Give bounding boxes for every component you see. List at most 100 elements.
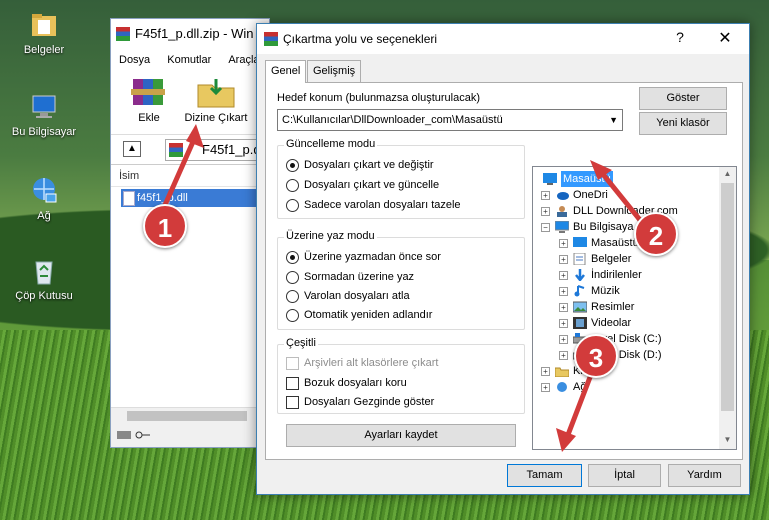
expand-icon[interactable]: + xyxy=(559,335,568,344)
scroll-up-icon[interactable]: ▲ xyxy=(719,169,736,178)
desktop-icon-label: Ağ xyxy=(37,210,51,222)
winrar-titlebar[interactable]: F45f1_p.dll.zip - Win xyxy=(111,19,269,49)
scroll-down-icon[interactable]: ▼ xyxy=(719,435,736,444)
chevron-down-icon[interactable]: ▼ xyxy=(609,110,618,130)
overwrite-mode-title: Üzerine yaz modu xyxy=(284,230,377,242)
option-label: Otomatik yeniden adlandır xyxy=(304,309,433,321)
desktop-icon-network[interactable]: Ağ xyxy=(4,176,84,222)
tree-vertical-scrollbar[interactable]: ▲ ▼ xyxy=(719,167,736,449)
step-badge-1: 1 xyxy=(143,204,187,248)
expand-icon[interactable]: + xyxy=(541,383,550,392)
column-header-name[interactable]: İsim xyxy=(111,165,269,187)
radio-button[interactable] xyxy=(286,159,299,172)
extract-to-label: Dizine Çıkart xyxy=(184,112,248,124)
option-label: Dosyaları çıkart ve güncelle xyxy=(304,179,440,191)
update-mode-group: Güncelleme modu Dosyaları çıkart ve deği… xyxy=(277,138,525,219)
radio-button[interactable] xyxy=(286,271,299,284)
winrar-app-icon xyxy=(264,32,278,46)
option-label: Sadece varolan dosyaları tazele xyxy=(304,199,461,211)
checkbox[interactable] xyxy=(286,377,299,390)
radio-button[interactable] xyxy=(286,251,299,264)
misc-title: Çeşitli xyxy=(284,337,318,349)
tab-general[interactable]: Genel xyxy=(265,60,307,83)
collapse-icon[interactable]: − xyxy=(541,223,550,232)
ok-button[interactable]: Tamam xyxy=(507,464,582,487)
menu-file[interactable]: Dosya xyxy=(119,54,150,66)
tree-label: Videolar xyxy=(591,317,632,329)
tree-label: Masaüstü xyxy=(561,171,613,187)
pictures-icon xyxy=(573,301,587,313)
tree-label: Müzik xyxy=(591,285,620,297)
radio-button[interactable] xyxy=(286,179,299,192)
folder-documents-icon xyxy=(28,10,60,40)
cancel-button[interactable]: İptal xyxy=(588,464,661,487)
desktop-icon-computer[interactable]: Bu Bilgisayar xyxy=(4,92,84,138)
archive-icon xyxy=(169,143,183,157)
radio-button[interactable] xyxy=(286,290,299,303)
onedrive-icon xyxy=(557,192,569,200)
expand-icon[interactable]: + xyxy=(559,351,568,360)
radio-button[interactable] xyxy=(286,199,299,212)
add-label: Ekle xyxy=(138,112,160,124)
show-button[interactable]: Göster xyxy=(639,87,727,110)
expand-icon[interactable]: + xyxy=(559,255,568,264)
winrar-address-bar: ▲ F45f1_p.dll xyxy=(111,135,275,165)
save-settings-button[interactable]: Ayarları kaydet xyxy=(286,424,516,447)
downloads-icon xyxy=(575,269,585,281)
add-button[interactable]: Ekle xyxy=(119,75,179,124)
recycle-bin-icon xyxy=(28,256,60,286)
desktop-icon xyxy=(543,173,557,185)
update-mode-title: Güncelleme modu xyxy=(284,138,378,150)
libraries-icon xyxy=(555,367,569,377)
tree-label: Bu Bilgisaya xyxy=(573,221,634,233)
tab-advanced[interactable]: Gelişmiş xyxy=(307,60,362,82)
dialog-titlebar[interactable]: Çıkartma yolu ve seçenekleri ? ✕ xyxy=(257,24,749,54)
radio-button[interactable] xyxy=(286,309,299,322)
horizontal-scrollbar[interactable] xyxy=(111,407,269,423)
up-folder-icon[interactable]: ▲ xyxy=(123,141,141,157)
close-icon[interactable]: ✕ xyxy=(712,28,738,48)
option-label: Sormadan üzerine yaz xyxy=(304,271,415,283)
scrollbar-thumb[interactable] xyxy=(721,183,734,411)
file-list-item[interactable]: f45f1_p.dll xyxy=(121,189,259,207)
new-folder-button[interactable]: Yeni klasör xyxy=(639,112,727,135)
desktop-icon-documents[interactable]: Belgeler xyxy=(4,10,84,56)
winrar-statusbar xyxy=(111,423,269,447)
extract-folder-icon xyxy=(194,75,238,109)
overwrite-mode-group: Üzerine yaz modu Üzerine yazmadan önce s… xyxy=(277,230,525,330)
expand-icon[interactable]: + xyxy=(559,319,568,328)
computer-icon xyxy=(555,221,569,233)
option-label: Bozuk dosyaları koru xyxy=(304,377,407,389)
dialog-title: Çıkartma yolu ve seçenekleri xyxy=(283,32,438,46)
documents-icon xyxy=(573,253,586,265)
winrar-window: F45f1_p.dll.zip - Win Dosya Komutlar Ara… xyxy=(110,18,275,448)
help-button[interactable]: Yardım xyxy=(668,464,741,487)
menu-commands[interactable]: Komutlar xyxy=(167,54,211,66)
desktop-icon-recycle-bin[interactable]: Çöp Kutusu xyxy=(4,256,84,302)
expand-icon[interactable]: + xyxy=(559,287,568,296)
help-icon[interactable]: ? xyxy=(670,29,690,45)
desktop-icon-label: Bu Bilgisayar xyxy=(11,126,77,138)
expand-icon[interactable]: + xyxy=(541,367,550,376)
extract-to-button[interactable]: Dizine Çıkart xyxy=(179,75,253,124)
expand-icon[interactable]: + xyxy=(541,191,550,200)
drive-key-icon xyxy=(117,431,150,439)
menu-tools[interactable]: Araçla xyxy=(228,54,259,66)
destination-path-combobox[interactable]: C:\Kullanıcılar\DllDownloader_com\Masaüs… xyxy=(277,109,623,131)
folder-tree[interactable]: Masaüstü + OneDri + DLL Downloader.com −… xyxy=(532,166,737,450)
winrar-app-icon xyxy=(116,27,130,41)
expand-icon[interactable]: + xyxy=(559,303,568,312)
option-label: Varolan dosyaları atla xyxy=(304,290,410,302)
file-name: f45f1_p.dll xyxy=(137,192,188,204)
scrollbar-thumb[interactable] xyxy=(127,411,247,421)
winrar-toolbar: Ekle Dizine Çıkart xyxy=(111,71,269,135)
checkbox[interactable] xyxy=(286,396,299,409)
music-icon xyxy=(574,285,585,297)
option-label: Dosyaları çıkart ve değiştir xyxy=(304,159,434,171)
desktop-icon-label: Belgeler xyxy=(23,44,65,56)
expand-icon[interactable]: + xyxy=(559,239,568,248)
tree-label: İndirilenler xyxy=(591,269,642,281)
computer-icon xyxy=(28,92,60,122)
expand-icon[interactable]: + xyxy=(559,271,568,280)
expand-icon[interactable]: + xyxy=(541,207,550,216)
